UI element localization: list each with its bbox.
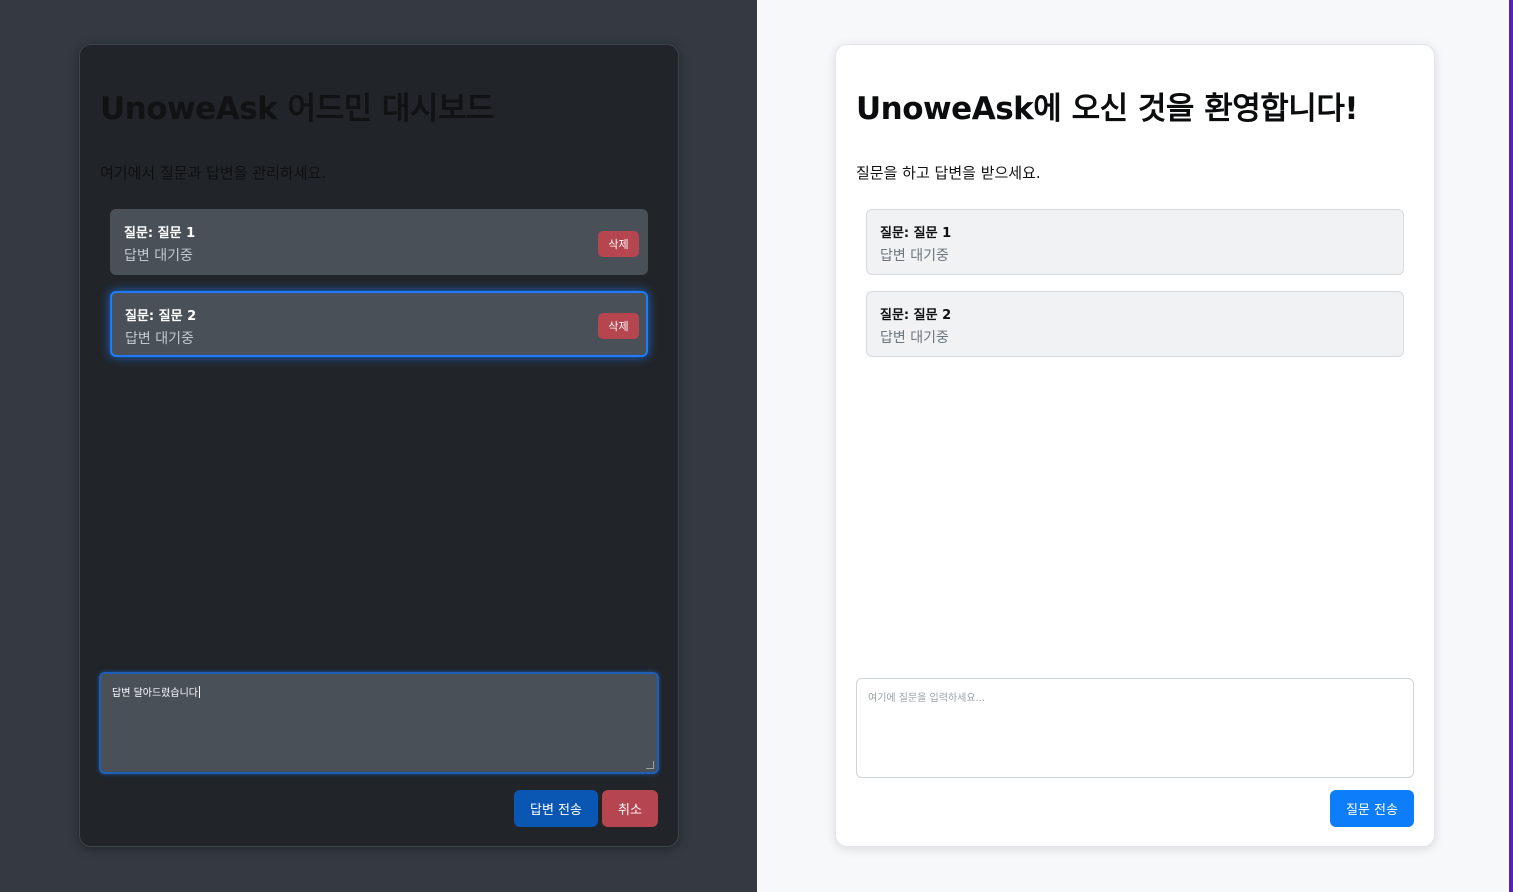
resize-handle-icon[interactable] bbox=[646, 761, 654, 769]
admin-page-title: UnoweAsk 어드민 대시보드 bbox=[100, 91, 495, 127]
admin-pane: UnoweAsk 어드민 대시보드 여기에서 질문과 답변을 관리하세요. 질문… bbox=[0, 0, 757, 892]
delete-question-button[interactable]: 삭제 bbox=[598, 313, 639, 339]
admin-question-item-2[interactable]: 질문: 질문 2 답변 대기중 삭제 bbox=[110, 291, 648, 357]
answer-input-text: 답변 달아드렸습니다 bbox=[112, 688, 198, 699]
user-question-item-1[interactable]: 질문: 질문 1 답변 대기중 bbox=[866, 209, 1404, 275]
question-input[interactable] bbox=[856, 678, 1414, 778]
cancel-button[interactable]: 취소 bbox=[602, 790, 658, 827]
question-title: 질문: 질문 1 bbox=[124, 226, 196, 241]
answer-input[interactable]: 답변 달아드렸습니다 bbox=[99, 672, 659, 774]
question-status: 답변 대기중 bbox=[124, 248, 193, 264]
submit-answer-button[interactable]: 답변 전송 bbox=[514, 790, 598, 827]
admin-question-item-1[interactable]: 질문: 질문 1 답변 대기중 삭제 bbox=[110, 209, 648, 275]
user-page-title: UnoweAsk에 오신 것을 환영합니다! bbox=[856, 91, 1358, 127]
question-status: 답변 대기중 bbox=[125, 331, 194, 347]
user-question-item-2[interactable]: 질문: 질문 2 답변 대기중 bbox=[866, 291, 1404, 357]
delete-question-button[interactable]: 삭제 bbox=[598, 231, 639, 257]
admin-page-subtitle: 여기에서 질문과 답변을 관리하세요. bbox=[100, 164, 327, 182]
question-status: 답변 대기중 bbox=[880, 330, 949, 346]
question-title: 질문: 질문 2 bbox=[880, 308, 952, 323]
user-pane: UnoweAsk에 오신 것을 환영합니다! 질문을 하고 답변을 받으세요. … bbox=[757, 0, 1509, 892]
submit-question-button[interactable]: 질문 전송 bbox=[1330, 790, 1414, 827]
user-ask-card: UnoweAsk에 오신 것을 환영합니다! 질문을 하고 답변을 받으세요. … bbox=[835, 44, 1435, 847]
question-status: 답변 대기중 bbox=[880, 248, 949, 264]
text-caret bbox=[198, 686, 200, 698]
admin-dashboard-card: UnoweAsk 어드민 대시보드 여기에서 질문과 답변을 관리하세요. 질문… bbox=[79, 44, 679, 847]
question-title: 질문: 질문 1 bbox=[880, 226, 952, 241]
user-page-subtitle: 질문을 하고 답변을 받으세요. bbox=[856, 164, 1041, 182]
question-title: 질문: 질문 2 bbox=[125, 309, 197, 324]
